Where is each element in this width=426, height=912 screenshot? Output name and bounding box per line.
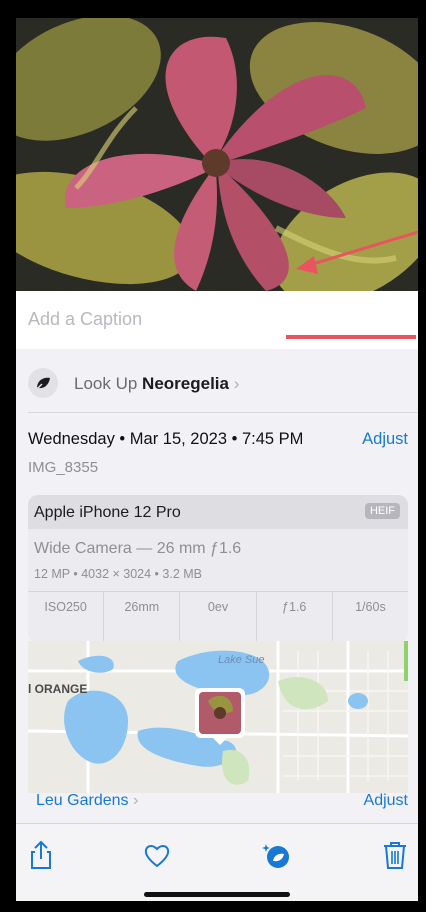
lookup-label: Look Up Neoregelia ›	[74, 374, 239, 394]
divider	[28, 412, 418, 413]
adjust-location-button[interactable]: Adjust	[364, 792, 408, 810]
photo-thumbnail[interactable]	[16, 18, 418, 291]
heart-icon[interactable]	[140, 838, 174, 872]
photo-info-screen: Add a Caption Look Up Neoregelia › Wedne…	[16, 18, 418, 901]
map-image: Lake Sue l ORANGE	[28, 641, 408, 793]
exif-iso: ISO250	[28, 592, 105, 643]
visual-lookup-row[interactable]: Look Up Neoregelia ›	[16, 350, 418, 412]
location-name: Leu Gardens	[36, 792, 129, 809]
annotation-line	[286, 335, 416, 339]
capture-date: Wednesday • Mar 15, 2023 • 7:45 PM	[28, 430, 304, 448]
image-specs: 12 MP • 4032 × 3024 • 3.2 MB	[34, 567, 203, 581]
trash-icon[interactable]	[378, 838, 412, 872]
chevron-right-icon: ›	[233, 374, 240, 393]
share-icon[interactable]	[24, 838, 58, 872]
leaf-icon	[28, 368, 58, 398]
succulent-photo	[16, 18, 418, 291]
map-photo-pin[interactable]	[195, 688, 245, 745]
lens-info: Wide Camera — 26 mm ƒ1.6	[34, 540, 242, 557]
camera-header: Apple iPhone 12 Pro HEIF	[28, 495, 408, 529]
camera-model: Apple iPhone 12 Pro	[34, 504, 181, 521]
chevron-right-icon: ›	[132, 792, 139, 809]
file-name: IMG_8355	[28, 459, 99, 476]
adjust-date-button[interactable]: Adjust	[362, 430, 408, 449]
exif-row: ISO250 26mm 0ev ƒ1.6 1/60s	[28, 592, 408, 643]
map-lake-label: Lake Sue	[218, 654, 264, 666]
exif-exposure: 0ev	[180, 592, 257, 643]
location-name-link[interactable]: Leu Gardens ›	[36, 792, 138, 810]
location-map[interactable]: Lake Sue l ORANGE	[28, 641, 408, 793]
caption-placeholder: Add a Caption	[28, 309, 143, 329]
format-badge: HEIF	[364, 503, 400, 519]
camera-info-card: Apple iPhone 12 Pro HEIF Wide Camera — 2…	[28, 495, 408, 643]
visual-lookup-icon[interactable]	[259, 838, 293, 872]
map-area-label: l ORANGE	[28, 682, 87, 696]
lookup-subject: Neoregelia	[142, 374, 229, 393]
lookup-prefix: Look Up	[74, 374, 143, 393]
home-indicator	[144, 892, 290, 897]
exif-shutter: 1/60s	[355, 600, 386, 614]
exif-focal-length: 26mm	[104, 592, 181, 643]
exif-aperture: ƒ1.6	[257, 592, 333, 643]
bottom-toolbar	[16, 823, 418, 901]
caption-field[interactable]: Add a Caption	[16, 291, 418, 349]
